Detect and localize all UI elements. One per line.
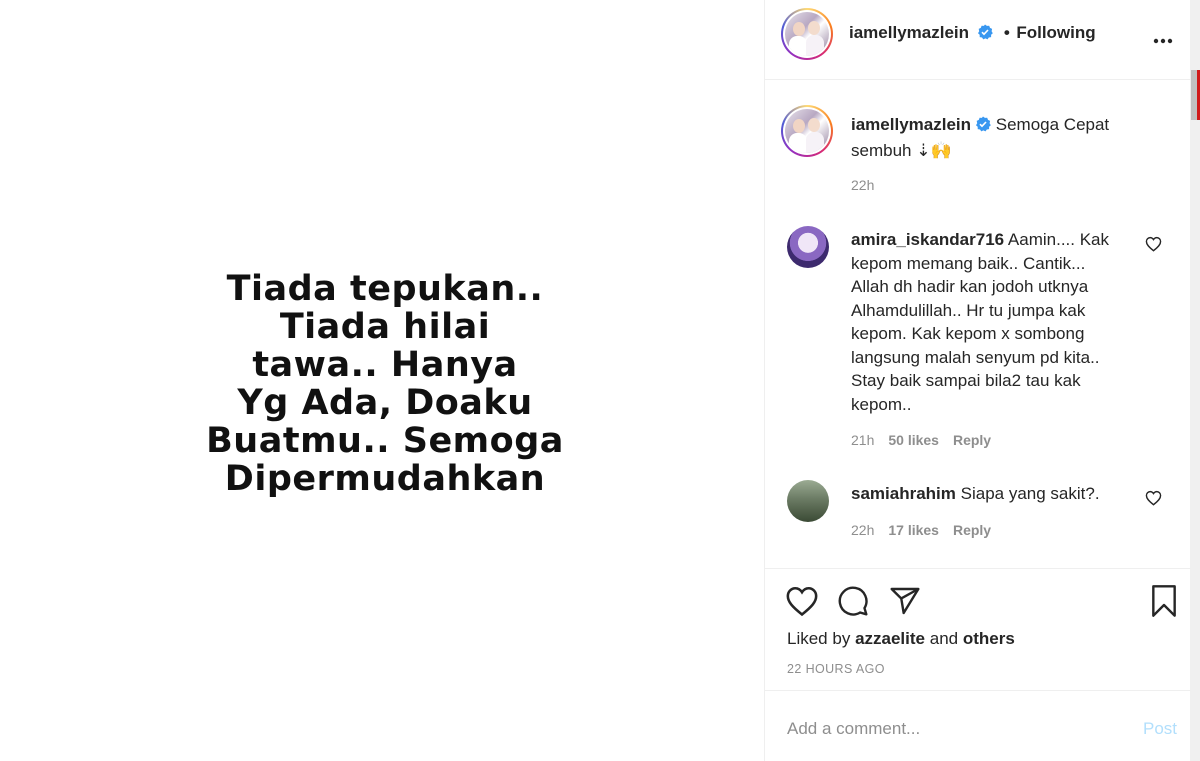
liked-by: Liked by azzaelite and others bbox=[787, 629, 1015, 649]
separator-dot: • bbox=[1003, 23, 1010, 42]
image-text-line: Yg Ada, Doaku bbox=[237, 383, 533, 423]
bookmark-icon[interactable] bbox=[1149, 585, 1179, 622]
image-text-line: tawa.. Hanya bbox=[252, 345, 518, 385]
comment-likes[interactable]: 17 likes bbox=[888, 522, 939, 538]
comment-username[interactable]: amira_iskandar716 bbox=[851, 230, 1004, 249]
image-text-line: Tiada hilai bbox=[279, 307, 491, 347]
image-text-line: Tiada tepukan.. bbox=[226, 269, 544, 309]
liked-by-prefix: Liked by bbox=[787, 629, 851, 648]
like-comment-heart-icon[interactable] bbox=[1145, 490, 1162, 511]
comment-item: amira_iskandar716 Aamin.... Kak kepom me… bbox=[851, 228, 1126, 416]
like-comment-heart-icon[interactable] bbox=[1145, 236, 1162, 257]
caption-username[interactable]: iamellymazlein bbox=[851, 115, 971, 134]
caption-meta: 22h bbox=[851, 177, 888, 193]
comment-avatar[interactable] bbox=[787, 480, 829, 522]
image-text-line: Buatmu.. Semoga bbox=[206, 421, 564, 461]
comment-avatar[interactable] bbox=[787, 226, 829, 268]
heart-icon[interactable] bbox=[785, 585, 819, 622]
verified-badge-icon bbox=[975, 115, 991, 139]
post-actions: Liked by azzaelite and others 22 HOURS A… bbox=[765, 568, 1191, 691]
post-comment-button[interactable]: Post bbox=[1143, 719, 1177, 739]
comment-username[interactable]: samiahrahim bbox=[851, 484, 956, 503]
reply-button[interactable]: Reply bbox=[953, 432, 991, 448]
reply-button[interactable]: Reply bbox=[953, 522, 991, 538]
header-avatar[interactable] bbox=[781, 8, 833, 60]
comment-time[interactable]: 21h bbox=[851, 432, 874, 448]
following-button[interactable]: Following bbox=[1016, 23, 1095, 42]
liked-by-and: and bbox=[929, 629, 959, 648]
header-username[interactable]: iamellymazlein bbox=[849, 23, 969, 42]
comment-time[interactable]: 22h bbox=[851, 522, 874, 538]
post-side-panel: iamellymazlein • Following iamellymazlei… bbox=[764, 0, 1200, 761]
post-media[interactable]: Tiada tepukan.. Tiada hilai tawa.. Hanya… bbox=[0, 0, 764, 761]
comment-icon[interactable] bbox=[837, 585, 869, 622]
add-comment-input[interactable] bbox=[787, 716, 1117, 742]
add-comment-bar: Post bbox=[765, 692, 1191, 761]
post-header: iamellymazlein • Following bbox=[765, 0, 1191, 80]
comment-item: samiahrahim Siapa yang sakit?. bbox=[851, 482, 1141, 506]
post-image-text: Tiada tepukan.. Tiada hilai tawa.. Hanya… bbox=[180, 270, 590, 498]
verified-badge-icon bbox=[977, 24, 994, 45]
caption-avatar[interactable] bbox=[781, 105, 833, 157]
comment-meta: 22h 17 likes Reply bbox=[851, 522, 1005, 538]
comment-text: Aamin.... Kak kepom memang baik.. Cantik… bbox=[851, 230, 1110, 414]
share-icon[interactable] bbox=[889, 585, 921, 622]
liked-by-user[interactable]: azzaelite bbox=[855, 629, 925, 648]
more-options-icon[interactable] bbox=[1153, 24, 1173, 50]
comment-likes[interactable]: 50 likes bbox=[888, 432, 939, 448]
caption: iamellymazlein Semoga Cepat sembuh ⇣🙌 bbox=[851, 113, 1151, 162]
comment-text: Siapa yang sakit?. bbox=[960, 484, 1100, 503]
caption-time[interactable]: 22h bbox=[851, 177, 874, 193]
comment-meta: 21h 50 likes Reply bbox=[851, 432, 1005, 448]
post-timestamp[interactable]: 22 HOURS AGO bbox=[787, 662, 885, 676]
image-text-line: Dipermudahkan bbox=[224, 459, 546, 499]
liked-by-others[interactable]: others bbox=[963, 629, 1015, 648]
